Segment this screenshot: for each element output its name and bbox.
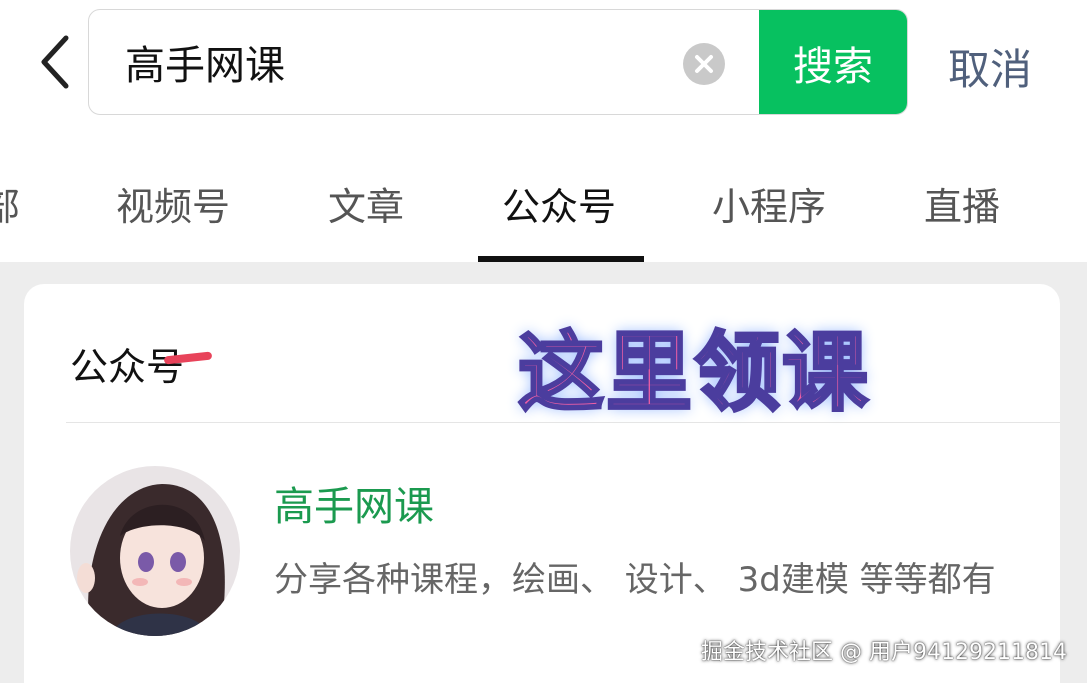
divider: [66, 422, 1060, 423]
tab-live[interactable]: 直播: [924, 176, 1000, 231]
tab-all[interactable]: 部: [0, 176, 20, 231]
account-name-link[interactable]: 高手网课: [274, 474, 434, 532]
tab-official-accounts[interactable]: 公众号: [502, 176, 616, 231]
search-screen: 搜索 取消 部 视频号 文章 公众号 小程序 直播 公众号 这里领课: [0, 0, 1087, 683]
search-input[interactable]: [125, 32, 665, 92]
tab-articles[interactable]: 文章: [328, 176, 404, 231]
cancel-button[interactable]: 取消: [948, 36, 1032, 97]
search-header: 搜索 取消: [0, 0, 1087, 136]
result-tabs: 部 视频号 文章 公众号 小程序 直播: [0, 136, 1087, 338]
search-button[interactable]: 搜索: [759, 10, 907, 114]
account-description: 分享各种课程，绘画、 设计、 3d建模 等等都有: [274, 560, 996, 600]
tab-mini-programs[interactable]: 小程序: [712, 176, 826, 231]
result-card: 公众号 这里领课 高手网课 分享各种课程，绘画、 设计、 3d建模 等等都有: [24, 284, 1060, 683]
tab-channels[interactable]: 视频号: [116, 176, 230, 231]
clear-icon[interactable]: [683, 43, 725, 85]
active-tab-indicator: [478, 256, 644, 262]
watermark-text: 掘金技术社区 @ 用户94129211814: [701, 640, 1067, 665]
back-icon[interactable]: [34, 30, 78, 94]
promo-overlay-text: 这里领课: [517, 322, 870, 425]
search-box: 搜索: [88, 9, 908, 115]
account-avatar[interactable]: [70, 466, 240, 636]
